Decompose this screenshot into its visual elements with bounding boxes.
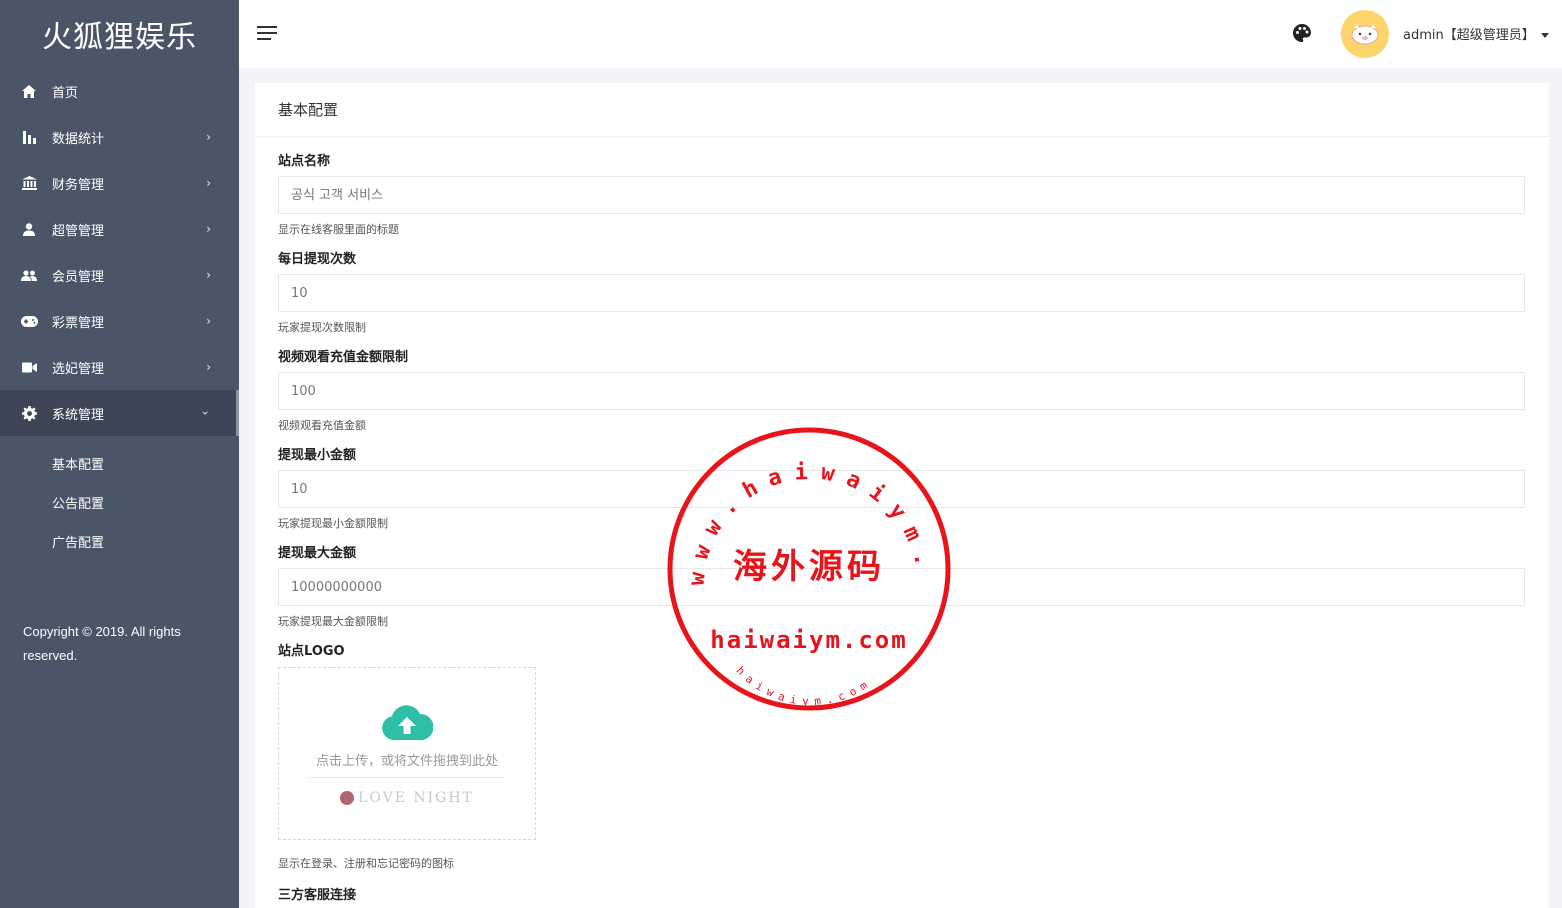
- bar-chart-icon: [20, 128, 38, 146]
- brand-title: 火狐狸娱乐: [42, 20, 197, 55]
- field-help: 玩家提现最小金额限制: [278, 517, 388, 530]
- chevron-right-icon: ›: [206, 222, 211, 236]
- field-daily-withdraw-count: 每日提现次数 玩家提现次数限制: [278, 251, 1525, 336]
- palette-icon[interactable]: [1293, 24, 1313, 44]
- field-site-logo: 站点LOGO 点击上传，或将文件拖拽到此处 LOVE NIGHT 显示在登录、注…: [278, 643, 1525, 872]
- field-max-withdraw: 提现最大金额 玩家提现最大金额限制: [278, 545, 1525, 630]
- logo-upload-dropzone[interactable]: 点击上传，或将文件拖拽到此处 LOVE NIGHT: [278, 667, 536, 840]
- min-withdraw-input[interactable]: [278, 470, 1525, 508]
- chevron-right-icon: ›: [206, 360, 211, 374]
- field-video-recharge-limit: 视频观看充值金额限制 视频观看充值金额: [278, 349, 1525, 434]
- page-title: 基本配置: [255, 83, 1549, 137]
- menu-toggle-icon[interactable]: [257, 26, 277, 42]
- sidebar-item-lottery[interactable]: 彩票管理 ›: [0, 298, 239, 344]
- submenu-item-notice-config[interactable]: 公告配置: [0, 483, 239, 522]
- logo-preview: LOVE NIGHT: [340, 790, 474, 806]
- gear-icon: [20, 404, 38, 422]
- users-icon: [20, 266, 38, 284]
- field-site-name: 站点名称 显示在线客服里面的标题: [278, 153, 1525, 238]
- submenu-item-basic-config[interactable]: 基本配置: [0, 444, 239, 483]
- sidebar-item-system[interactable]: 系统管理 ›: [0, 390, 239, 436]
- field-third-party-service: 三方客服连接: [278, 887, 1525, 905]
- copyright-text: Copyright © 2019. All rights reserved.: [23, 624, 181, 663]
- field-label: 站点LOGO: [278, 644, 345, 659]
- logo-mark-icon: [340, 791, 355, 805]
- upload-hint: 点击上传，或将文件拖拽到此处: [315, 754, 498, 769]
- chevron-right-icon: ›: [206, 130, 211, 144]
- avatar[interactable]: [1341, 10, 1389, 58]
- chevron-right-icon: ›: [206, 176, 211, 190]
- sidebar-menu: 首页 数据统计 › 财务管理 › 超管管理 › 会员管理 › 彩票管理 › 选妃…: [0, 68, 239, 436]
- field-help: 显示在登录、注册和忘记密码的图标: [278, 857, 454, 870]
- field-label: 每日提现次数: [278, 252, 357, 267]
- upload-cloud-icon: [381, 704, 434, 744]
- sidebar-item-super-admin[interactable]: 超管管理 ›: [0, 206, 239, 252]
- max-withdraw-input[interactable]: [278, 568, 1525, 606]
- sidebar-item-members[interactable]: 会员管理 ›: [0, 252, 239, 298]
- logo-preview-text: LOVE NIGHT: [358, 790, 474, 806]
- site-name-input[interactable]: [278, 176, 1525, 214]
- system-submenu: 基本配置 公告配置 广告配置: [0, 436, 239, 569]
- field-help: 玩家提现最大金额限制: [278, 615, 388, 628]
- field-label: 三方客服连接: [278, 888, 357, 903]
- daily-withdraw-count-input[interactable]: [278, 274, 1525, 312]
- field-label: 视频观看充值金额限制: [278, 350, 409, 365]
- field-min-withdraw: 提现最小金额 玩家提现最小金额限制: [278, 447, 1525, 532]
- chevron-right-icon: ›: [206, 268, 211, 282]
- user-label: admin【超级管理员】: [1403, 28, 1535, 43]
- submenu-item-ad-config[interactable]: 广告配置: [0, 522, 239, 561]
- home-icon: [20, 82, 38, 100]
- chevron-down-icon: ›: [198, 410, 213, 416]
- bank-icon: [20, 174, 38, 192]
- sidebar-item-selection[interactable]: 选妃管理 ›: [0, 344, 239, 390]
- gamepad-icon: [20, 312, 38, 330]
- sidebar: 火狐狸娱乐 首页 数据统计 › 财务管理 › 超管管理 › 会员管理 › 彩票管…: [0, 0, 239, 908]
- field-help: 视频观看充值金额: [278, 419, 366, 432]
- video-camera-icon: [20, 358, 38, 376]
- sidebar-item-finance[interactable]: 财务管理 ›: [0, 160, 239, 206]
- top-header: admin【超级管理员】: [239, 0, 1562, 68]
- user-icon: [20, 220, 38, 238]
- sidebar-item-statistics[interactable]: 数据统计 ›: [0, 114, 239, 160]
- field-help: 玩家提现次数限制: [278, 321, 366, 334]
- config-card: 基本配置 站点名称 显示在线客服里面的标题 每日提现次数 玩家提现次数限制 视频…: [255, 83, 1549, 908]
- field-label: 提现最大金额: [278, 546, 357, 561]
- field-label: 站点名称: [278, 154, 331, 169]
- user-menu[interactable]: admin【超级管理员】: [1403, 24, 1549, 43]
- caret-down-icon: [1540, 33, 1549, 38]
- upload-divider: [309, 777, 505, 778]
- chevron-right-icon: ›: [206, 314, 211, 328]
- field-label: 提现最小金额: [278, 448, 357, 463]
- sidebar-item-home[interactable]: 首页: [0, 68, 239, 114]
- field-help: 显示在线客服里面的标题: [278, 223, 399, 236]
- video-recharge-limit-input[interactable]: [278, 372, 1525, 410]
- sidebar-item-label: 首页: [52, 85, 79, 101]
